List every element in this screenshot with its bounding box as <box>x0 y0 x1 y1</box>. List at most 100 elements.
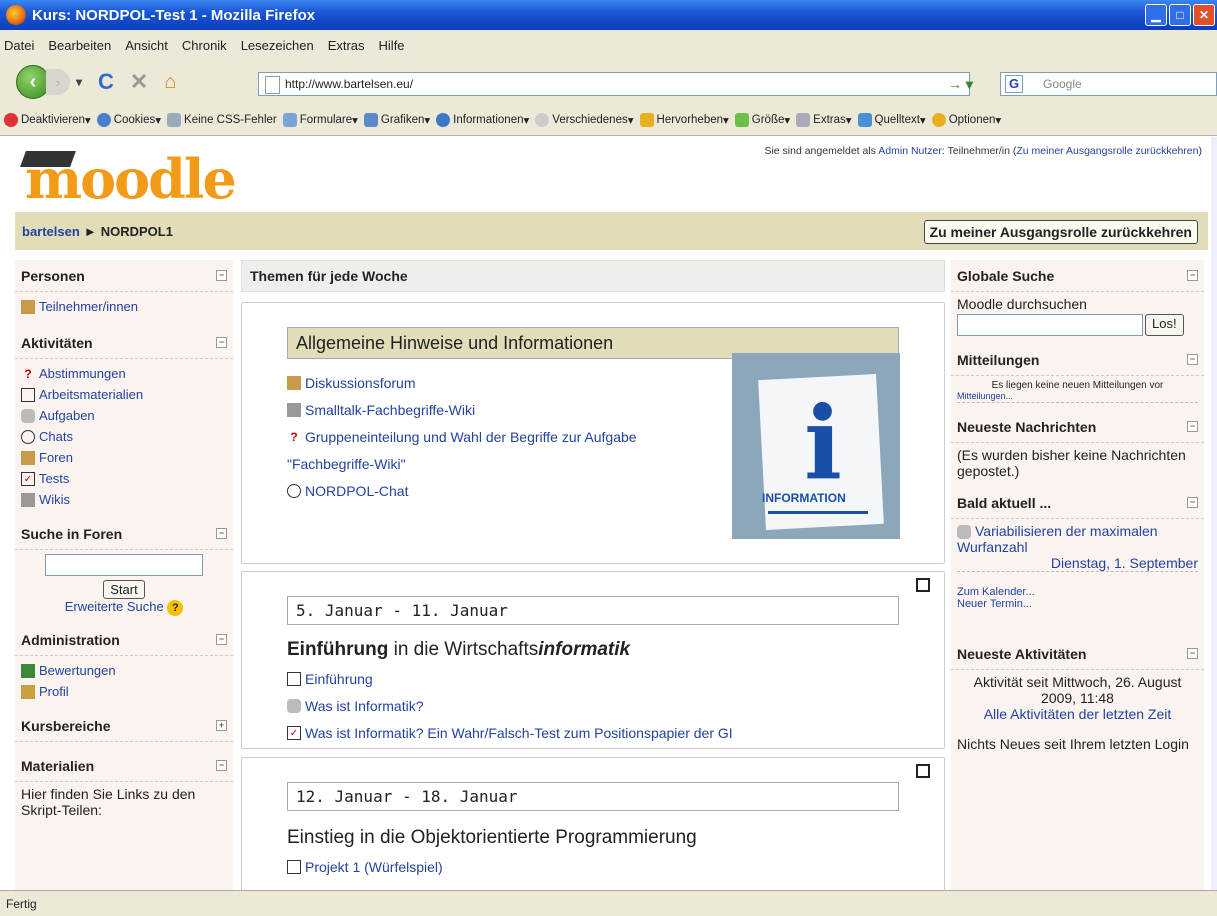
block-title: Globale Suche <box>957 267 1055 284</box>
show-only-week-toggle[interactable] <box>916 578 930 592</box>
activity-link[interactable]: Smalltalk-Fachbegriffe-Wiki <box>305 402 475 418</box>
menu-extras[interactable]: Extras <box>328 38 365 53</box>
go-arrow-icon[interactable]: → ▾ <box>948 76 973 93</box>
menu-ansicht[interactable]: Ansicht <box>125 38 168 53</box>
tb-formulare[interactable]: Formulare ▾ <box>282 112 358 127</box>
activity-link[interactable]: Was ist Informatik? <box>305 698 424 714</box>
tb-grafiken[interactable]: Grafiken ▾ <box>363 112 430 127</box>
advanced-search-link[interactable]: Erweiterte Suche <box>65 599 164 614</box>
activity-link[interactable]: Aufgaben <box>39 409 95 422</box>
collapse-toggle[interactable]: − <box>1187 270 1198 281</box>
menu-hilfe[interactable]: Hilfe <box>379 38 405 53</box>
minimize-button[interactable]: ▁ <box>1145 4 1167 26</box>
menu-datei[interactable]: Datei <box>4 38 34 53</box>
return-role-link[interactable]: Zu meiner Ausgangsrolle zurückkehren <box>1016 145 1198 157</box>
collapse-toggle[interactable]: − <box>216 270 227 281</box>
home-icon[interactable]: ⌂ <box>164 71 176 94</box>
maximize-button[interactable]: □ <box>1169 4 1191 26</box>
grades-link[interactable]: Bewertungen <box>39 663 116 678</box>
participants-link[interactable]: Teilnehmer/innen <box>39 299 138 314</box>
activity-link[interactable]: Einführung <box>305 671 373 687</box>
collapse-toggle[interactable]: − <box>1187 497 1198 508</box>
collapse-toggle[interactable]: − <box>216 337 227 348</box>
quiz-icon: ✓ <box>287 725 301 740</box>
tb-cookies[interactable]: Cookies ▾ <box>96 112 161 127</box>
reload-icon[interactable]: C <box>98 69 114 95</box>
resize-icon <box>734 112 749 127</box>
collapse-toggle[interactable]: − <box>1187 354 1198 365</box>
forum-icon <box>287 375 301 390</box>
collapse-toggle[interactable]: − <box>216 528 227 539</box>
activity-link[interactable]: Arbeitsmaterialien <box>39 388 143 401</box>
tb-css[interactable]: Keine CSS-Fehler <box>167 112 277 127</box>
upcoming-event-link[interactable]: Variabilisieren der maximalen Wurfanzahl <box>957 523 1158 555</box>
global-search-button[interactable]: Los! <box>1145 314 1184 336</box>
window-titlebar: Kurs: NORDPOL-Test 1 - Mozilla Firefox ▁… <box>0 0 1217 30</box>
wiki-icon <box>21 492 35 507</box>
activity-link[interactable]: Gruppeneinteilung und Wahl der Begriffe … <box>305 429 637 445</box>
return-role-button[interactable]: Zu meiner Ausgangsrolle zurückkehren <box>923 220 1198 244</box>
google-icon[interactable]: G <box>1005 75 1023 93</box>
disable-icon <box>4 112 18 127</box>
activity-link[interactable]: Chats <box>39 430 73 443</box>
show-only-week-toggle[interactable] <box>916 764 930 778</box>
breadcrumb: bartelsen ► NORDPOL1 Zu meiner Ausgangsr… <box>15 212 1208 250</box>
activity-link-cont[interactable]: "Fachbegriffe-Wiki" <box>287 456 406 472</box>
css-icon <box>167 112 182 127</box>
block-administration: Administration − Bewertungen Profil <box>15 624 233 710</box>
no-news-text: Nichts Neues seit Ihrem letzten Login <box>957 736 1189 753</box>
tb-verschiedenes[interactable]: Verschiedenes ▾ <box>535 112 634 127</box>
tb-optionen[interactable]: Optionen ▾ <box>931 112 1001 127</box>
breadcrumb-home[interactable]: bartelsen <box>22 224 80 239</box>
messages-link[interactable]: Mitteilungen... <box>957 391 1013 401</box>
profile-link[interactable]: Profil <box>39 684 69 699</box>
tb-deaktivieren[interactable]: Deaktivieren ▾ <box>4 112 91 127</box>
calendar-link[interactable]: Zum Kalender... <box>957 586 1035 598</box>
tb-extras[interactable]: Extras ▾ <box>796 112 852 127</box>
help-icon[interactable]: ? <box>167 600 184 616</box>
activity-link[interactable]: Projekt 1 (Würfelspiel) <box>305 859 443 875</box>
menu-chronik[interactable]: Chronik <box>182 38 227 53</box>
close-button[interactable]: ✕ <box>1193 4 1215 26</box>
forum-search-button[interactable]: Start <box>103 580 145 599</box>
tb-quelltext[interactable]: Quelltext ▾ <box>857 112 926 127</box>
url-bar[interactable]: http://www.bartelsen.eu/ <box>258 72 970 96</box>
global-search-input[interactable] <box>957 314 1143 336</box>
activity-link[interactable]: NORDPOL-Chat <box>305 483 408 499</box>
collapse-toggle[interactable]: − <box>1187 648 1198 660</box>
tb-informationen[interactable]: Informationen ▾ <box>436 112 529 127</box>
search-box[interactable]: G Google <box>1000 72 1217 96</box>
forum-search-input[interactable] <box>45 554 203 576</box>
vertical-scrollbar[interactable] <box>1211 137 1217 890</box>
new-event-link[interactable]: Neuer Termin... <box>957 598 1032 610</box>
activity-link[interactable]: Was ist Informatik? Ein Wahr/Falsch-Test… <box>305 725 733 741</box>
activity-link[interactable]: Diskussionsforum <box>305 375 415 391</box>
block-title: Suche in Foren <box>21 525 123 542</box>
history-dropdown-icon[interactable]: ▾ <box>76 75 82 89</box>
activity-link[interactable]: Wikis <box>39 493 70 506</box>
collapse-toggle[interactable]: − <box>1187 421 1198 432</box>
collapse-toggle[interactable]: − <box>216 760 227 771</box>
all-activities-link[interactable]: Alle Aktivitäten der letzten Zeit <box>984 706 1172 722</box>
menu-bearbeiten[interactable]: Bearbeiten <box>48 38 111 53</box>
user-link[interactable]: Admin Nutzer <box>878 145 942 157</box>
tb-groesse[interactable]: Größe ▾ <box>734 112 790 127</box>
forward-button[interactable]: › <box>46 69 70 95</box>
resource-icon <box>287 859 301 874</box>
back-button[interactable]: ‹ <box>16 65 50 99</box>
activity-link[interactable]: Tests <box>39 472 69 485</box>
block-title: Materialien <box>21 757 95 774</box>
stop-icon[interactable]: ✕ <box>130 69 148 95</box>
resource-icon <box>287 671 301 686</box>
tb-hervorheben[interactable]: Hervorheben ▾ <box>639 112 729 127</box>
assignment-icon <box>21 408 35 423</box>
block-title: Neueste Nachrichten <box>957 418 1097 435</box>
activity-link[interactable]: Abstimmungen <box>39 367 126 380</box>
collapse-toggle[interactable]: − <box>216 634 227 645</box>
menu-lesezeichen[interactable]: Lesezeichen <box>241 38 314 53</box>
chat-icon <box>287 483 301 498</box>
activity-link[interactable]: Foren <box>39 451 73 464</box>
news-text: (Es wurden bisher keine Nachrichten gepo… <box>957 447 1186 479</box>
grades-icon <box>21 663 35 678</box>
expand-toggle[interactable]: + <box>216 720 227 731</box>
